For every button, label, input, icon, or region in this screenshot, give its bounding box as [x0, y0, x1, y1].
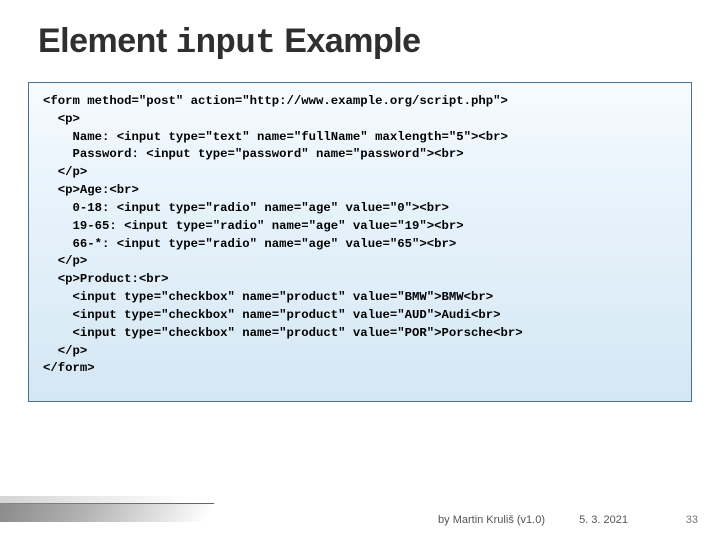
date: 5. 3. 2021 — [579, 514, 628, 526]
code-line: </form> — [43, 361, 95, 375]
code-line: <input type="checkbox" name="product" va… — [43, 308, 501, 322]
code-line: <p>Age:<br> — [43, 183, 139, 197]
title-prefix: Element — [38, 22, 176, 60]
code-line: 66-*: <input type="radio" name="age" val… — [43, 237, 456, 251]
code-box: <form method="post" action="http://www.e… — [28, 82, 692, 402]
code-line: </p> — [43, 165, 87, 179]
code-line: </p> — [43, 344, 87, 358]
code-line: 0-18: <input type="radio" name="age" val… — [43, 201, 449, 215]
code-line: <input type="checkbox" name="product" va… — [43, 326, 523, 340]
code-line: <p>Product:<br> — [43, 272, 168, 286]
code-line: <form method="post" action="http://www.e… — [43, 94, 508, 108]
title-mono: input — [176, 25, 276, 63]
code-line: Name: <input type="text" name="fullName"… — [43, 130, 508, 144]
corner-decoration — [0, 472, 210, 522]
code-line: <p> — [43, 112, 80, 126]
byline: by Martin Kruliš (v1.0) — [438, 514, 545, 526]
code-line: <input type="checkbox" name="product" va… — [43, 290, 493, 304]
slide-title: Element input Example — [38, 22, 421, 63]
title-suffix: Example — [275, 22, 420, 60]
code-line: 19-65: <input type="radio" name="age" va… — [43, 219, 464, 233]
page-number: 33 — [686, 514, 698, 526]
code-line: </p> — [43, 254, 87, 268]
code-line: Password: <input type="password" name="p… — [43, 147, 464, 161]
